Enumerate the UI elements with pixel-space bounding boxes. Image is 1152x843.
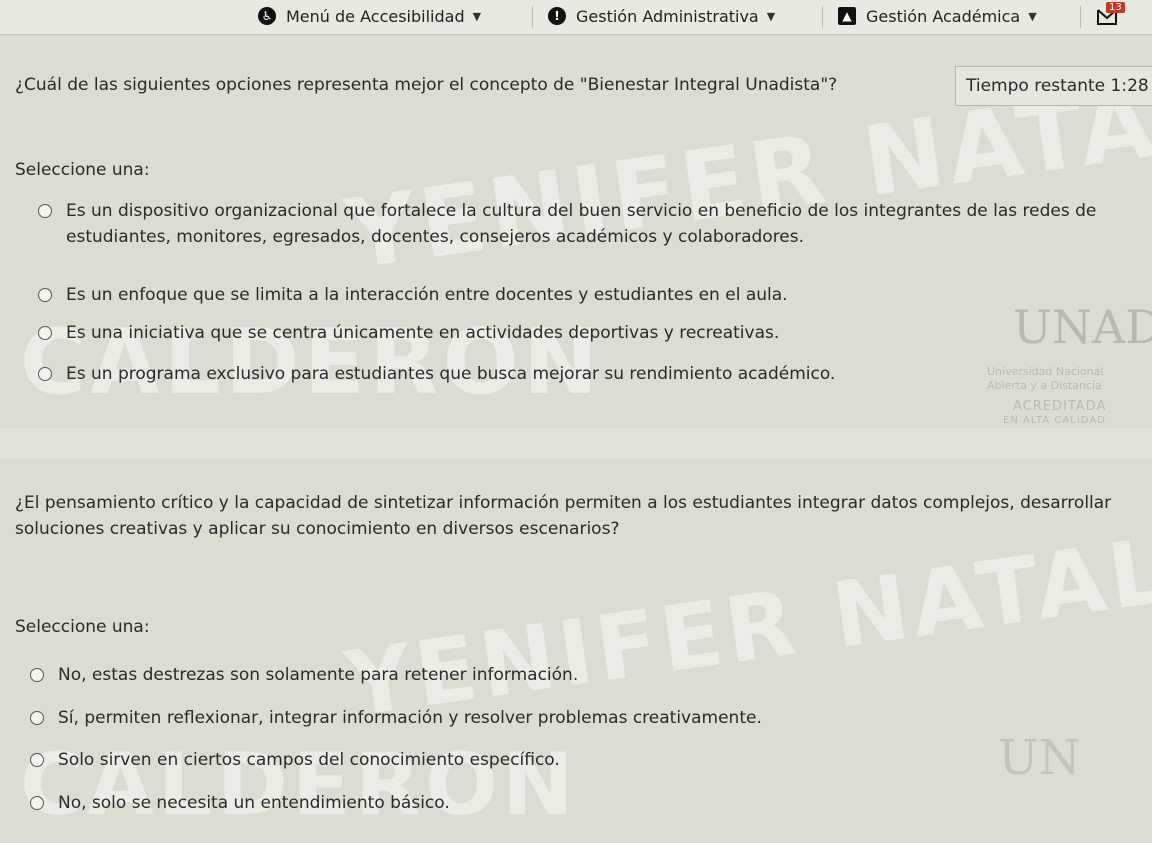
radio-button[interactable] — [30, 796, 44, 810]
chevron-down-icon: ▼ — [472, 9, 482, 23]
logo-accreditation: ACREDITADA — [1013, 399, 1107, 414]
graduation-cap-icon: ▲ — [838, 7, 856, 25]
radio-button[interactable] — [38, 367, 52, 381]
radio-button[interactable] — [38, 204, 52, 218]
chevron-down-icon: ▼ — [766, 9, 776, 23]
admin-menu-label: Gestión Administrativa — [576, 6, 759, 26]
question-2-prompt: Seleccione una: — [15, 617, 150, 637]
question-1-prompt: Seleccione una: — [15, 160, 150, 180]
accessibility-menu[interactable]: ♿ Menú de Accesibilidad ▼ — [258, 2, 481, 30]
question-divider — [0, 428, 1152, 458]
academic-menu[interactable]: ▲ Gestión Académica ▼ — [838, 2, 1037, 30]
time-remaining-value: 1:28 — [1110, 76, 1149, 96]
top-navigation-bar: ♿ Menú de Accesibilidad ▼ ! Gestión Admi… — [0, 0, 1152, 35]
admin-menu[interactable]: ! Gestión Administrativa ▼ — [548, 2, 775, 30]
question-2-option-c[interactable]: Solo sirven en ciertos campos del conoci… — [30, 747, 1030, 773]
option-label: Solo sirven en ciertos campos del conoci… — [58, 750, 560, 770]
question-1-option-b[interactable]: Es un enfoque que se limita a la interac… — [38, 282, 1038, 308]
question-2-text: ¿El pensamiento crítico y la capacidad d… — [15, 493, 1112, 540]
notifications-button[interactable]: 13 — [1096, 2, 1125, 28]
watermark-name: YENIFER NATALIA BARRERA — [339, 427, 1152, 738]
option-label: Es una iniciativa que se centra únicamen… — [66, 323, 780, 343]
time-remaining-box: Tiempo restante 1:28 — [955, 66, 1152, 106]
radio-button[interactable] — [30, 668, 44, 682]
nav-separator — [1080, 6, 1081, 28]
option-label: Es un dispositivo organizacional que for… — [66, 201, 1097, 248]
question-1-text: ¿Cuál de las siguientes opciones represe… — [15, 75, 838, 95]
radio-button[interactable] — [38, 326, 52, 340]
radio-button[interactable] — [30, 753, 44, 767]
radio-button[interactable] — [30, 711, 44, 725]
option-label: Es un enfoque que se limita a la interac… — [66, 285, 788, 305]
chevron-down-icon: ▼ — [1028, 9, 1037, 23]
accessibility-icon: ♿ — [258, 7, 276, 25]
option-label: No, solo se necesita un entendimiento bá… — [58, 793, 450, 813]
accessibility-menu-label: Menú de Accesibilidad — [286, 6, 465, 26]
question-1-option-c[interactable]: Es una iniciativa que se centra únicamen… — [38, 320, 1038, 346]
radio-button[interactable] — [38, 288, 52, 302]
time-remaining-label: Tiempo restante — [966, 76, 1106, 96]
notification-count-badge: 13 — [1106, 2, 1125, 13]
nav-separator — [822, 6, 823, 28]
question-1-option-a[interactable]: Es un dispositivo organizacional que for… — [38, 198, 1138, 251]
academic-menu-label: Gestión Académica — [866, 6, 1021, 26]
option-label: Sí, permiten reflexionar, integrar infor… — [58, 708, 762, 728]
question-2-option-d[interactable]: No, solo se necesita un entendimiento bá… — [30, 790, 1030, 816]
question-2-option-b[interactable]: Sí, permiten reflexionar, integrar infor… — [30, 705, 1030, 731]
option-label: Es un programa exclusivo para estudiante… — [66, 364, 836, 384]
logo-accreditation-sub: EN ALTA CALIDAD — [1003, 415, 1106, 426]
question-2-option-a[interactable]: No, estas destrezas son solamente para r… — [30, 662, 1030, 688]
nav-separator — [532, 6, 533, 28]
alert-icon: ! — [548, 7, 566, 25]
option-label: No, estas destrezas son solamente para r… — [58, 665, 579, 685]
question-1-option-d[interactable]: Es un programa exclusivo para estudiante… — [38, 361, 1038, 387]
